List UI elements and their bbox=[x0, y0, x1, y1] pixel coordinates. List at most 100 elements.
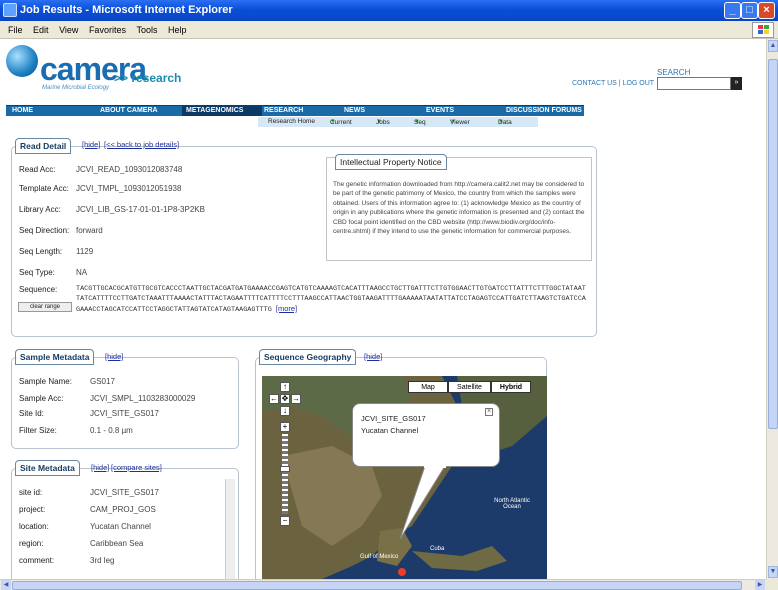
research-label: >> research bbox=[114, 71, 182, 85]
seq-type-value: NA bbox=[76, 268, 88, 277]
camera-logo[interactable]: camera Marine Microbial Ecology >> resea… bbox=[6, 45, 206, 97]
sample-metadata-hide-link[interactable]: [hide] bbox=[105, 352, 123, 361]
nav-home[interactable]: HOME bbox=[12, 107, 33, 114]
search-go-button[interactable]: » bbox=[731, 77, 742, 90]
clear-range-button[interactable]: clear range bbox=[18, 302, 72, 312]
nav-metagenomics[interactable]: METAGENOMICS bbox=[186, 107, 243, 114]
subnav-jobs[interactable]: Jobs ▼ bbox=[376, 118, 390, 126]
template-acc-label: Template Acc: bbox=[19, 184, 69, 193]
filter-size-label: Filter Size: bbox=[19, 426, 57, 435]
geography-hide-link[interactable]: [hide] bbox=[364, 352, 382, 361]
menu-view[interactable]: View bbox=[59, 25, 78, 35]
zoom-slider-thumb[interactable] bbox=[280, 466, 290, 472]
site-metadata-hide-link[interactable]: [hide] bbox=[91, 463, 109, 472]
subnav-current[interactable]: Current ▼ bbox=[330, 118, 352, 126]
bubble-close-icon[interactable]: × bbox=[485, 408, 493, 416]
map-info-bubble: JCVI_SITE_GS017 Yucatan Channel × bbox=[352, 403, 500, 467]
pan-center-icon[interactable]: ✥ bbox=[280, 394, 290, 404]
menu-favorites[interactable]: Favorites bbox=[89, 25, 126, 35]
region-label: region: bbox=[19, 539, 44, 548]
scroll-up-arrow-icon[interactable]: ▲ bbox=[768, 40, 778, 52]
horizontal-scroll-thumb[interactable] bbox=[12, 581, 742, 590]
sequence-geography-title: Sequence Geography bbox=[259, 349, 357, 365]
pan-down-icon[interactable]: ↓ bbox=[280, 406, 290, 416]
nav-discussion-forums[interactable]: DISCUSSION FORUMS bbox=[506, 107, 582, 114]
log-out-link[interactable]: LOG OUT bbox=[623, 80, 655, 87]
sequence-label: Sequence: bbox=[19, 285, 58, 294]
seq-type-label: Seq Type: bbox=[19, 268, 55, 277]
zoom-out-icon[interactable]: − bbox=[280, 516, 290, 526]
vertical-scroll-thumb[interactable] bbox=[768, 59, 778, 429]
filter-size-value: 0.1 - 0.8 µm bbox=[90, 426, 133, 435]
zoom-slider[interactable] bbox=[282, 434, 288, 514]
site-metadata-scrollbar[interactable] bbox=[225, 479, 235, 579]
compare-sites-link[interactable]: [compare sites] bbox=[111, 463, 162, 472]
nav-about-camera[interactable]: ABOUT CAMERA bbox=[100, 107, 158, 114]
subnav-research-home[interactable]: Research Home bbox=[268, 118, 315, 125]
bubble-site-id: JCVI_SITE_GS017 bbox=[361, 414, 426, 423]
bubble-pointer bbox=[399, 466, 446, 540]
sample-metadata-title: Sample Metadata bbox=[15, 349, 95, 365]
atlantic-label: North Atlantic Ocean bbox=[494, 498, 530, 510]
template-acc-value: JCVI_TMPL_1093012051938 bbox=[76, 184, 182, 193]
ie-app-icon bbox=[3, 3, 17, 17]
read-acc-label: Read Acc: bbox=[19, 165, 56, 174]
map-type-satellite-button[interactable]: Satellite bbox=[448, 381, 491, 393]
cuba-label: Cuba bbox=[430, 546, 445, 552]
gulf-of-mexico-label: Gulf of Mexico bbox=[360, 554, 399, 560]
read-detail-hide-link[interactable]: [hide] bbox=[82, 140, 100, 149]
search-label: SEARCH bbox=[657, 68, 691, 77]
pan-up-icon[interactable]: ↑ bbox=[280, 382, 290, 392]
project-label: project: bbox=[19, 505, 46, 514]
vertical-scrollbar[interactable]: ▲ ▼ bbox=[766, 39, 778, 579]
sequence-more-link[interactable]: [more] bbox=[276, 304, 297, 313]
close-button[interactable]: × bbox=[758, 2, 775, 19]
menu-help[interactable]: Help bbox=[168, 25, 187, 35]
contact-us-link[interactable]: CONTACT US bbox=[572, 80, 617, 87]
comment-value: 3rd leg bbox=[90, 556, 115, 565]
region-value: Caribbean Sea bbox=[90, 539, 144, 548]
pan-left-icon[interactable]: ← bbox=[269, 394, 279, 404]
seq-direction-value: forward bbox=[76, 226, 103, 235]
title-bar: Job Results - Microsoft Internet Explore… bbox=[0, 0, 778, 21]
page-content: camera Marine Microbial Ecology >> resea… bbox=[0, 39, 766, 579]
map-type-map-button[interactable]: Map bbox=[408, 381, 448, 393]
zoom-in-icon[interactable]: + bbox=[280, 422, 290, 432]
site-id-field-value: JCVI_SITE_GS017 bbox=[90, 488, 159, 497]
sample-metadata-panel bbox=[11, 357, 239, 449]
location-value: Yucatan Channel bbox=[90, 522, 151, 531]
scroll-left-arrow-icon[interactable]: ◀ bbox=[1, 580, 11, 590]
subnav-viewer[interactable]: Viewer ▼ bbox=[450, 118, 470, 126]
scroll-right-arrow-icon[interactable]: ▶ bbox=[755, 580, 765, 590]
nav-events[interactable]: EVENTS bbox=[426, 107, 454, 114]
sample-name-label: Sample Name: bbox=[19, 377, 72, 386]
pan-right-icon[interactable]: → bbox=[291, 394, 301, 404]
site-id-field-label: site id: bbox=[19, 488, 43, 497]
menu-edit[interactable]: Edit bbox=[33, 25, 49, 35]
sample-acc-label: Sample Acc: bbox=[19, 394, 64, 403]
minimize-button[interactable]: _ bbox=[724, 2, 741, 19]
nav-research[interactable]: RESEARCH bbox=[264, 107, 303, 114]
subnav-data[interactable]: Data ▼ bbox=[498, 118, 512, 126]
read-detail-title: Read Detail bbox=[15, 138, 72, 154]
sample-name-value: GS017 bbox=[90, 377, 115, 386]
scroll-down-arrow-icon[interactable]: ▼ bbox=[768, 566, 778, 578]
search-input[interactable] bbox=[657, 77, 731, 90]
subnav-seq[interactable]: Seq ▼ bbox=[414, 118, 426, 126]
nav-news[interactable]: NEWS bbox=[344, 107, 365, 114]
project-value: CAM_PROJ_GOS bbox=[90, 505, 156, 514]
maximize-button[interactable]: □ bbox=[741, 2, 758, 19]
browser-window: Job Results - Microsoft Internet Explore… bbox=[0, 0, 778, 590]
location-label: location: bbox=[19, 522, 49, 531]
back-to-job-details-link[interactable]: [<< back to job details] bbox=[104, 140, 179, 149]
menu-tools[interactable]: Tools bbox=[136, 25, 157, 35]
seq-length-value: 1129 bbox=[76, 247, 94, 256]
menu-file[interactable]: File bbox=[8, 25, 23, 35]
seq-direction-label: Seq Direction: bbox=[19, 226, 70, 235]
horizontal-scrollbar[interactable]: ◀ ▶ bbox=[0, 579, 766, 590]
window-title: Job Results - Microsoft Internet Explore… bbox=[20, 4, 233, 16]
menu-bar: File Edit View Favorites Tools Help bbox=[0, 21, 778, 39]
map-type-hybrid-button[interactable]: Hybrid bbox=[491, 381, 531, 393]
header-links: CONTACT US | LOG OUT bbox=[572, 80, 655, 87]
library-acc-label: Library Acc: bbox=[19, 205, 61, 214]
